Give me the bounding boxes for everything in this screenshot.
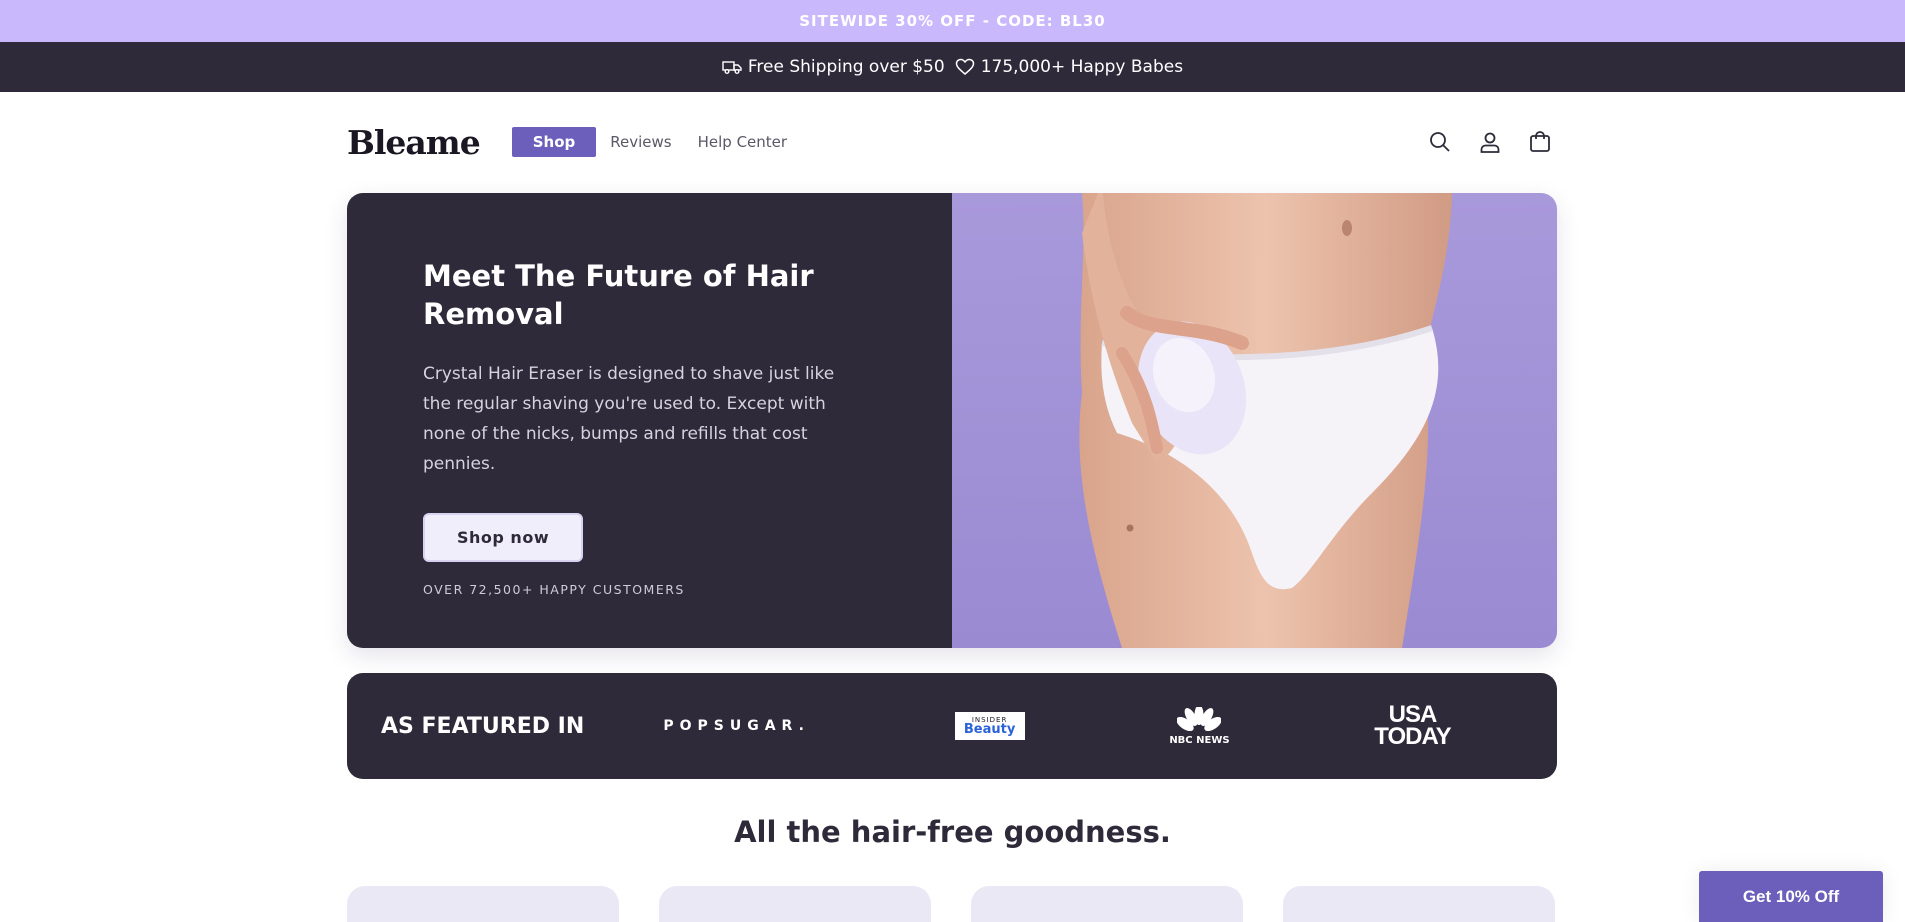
promo-text: SITEWIDE 30% OFF - CODE: BL30	[799, 12, 1106, 30]
happy-customers-note: OVER 72,500+ HAPPY CUSTOMERS	[423, 582, 685, 597]
brand-logo[interactable]: Bleame	[347, 123, 481, 162]
cart-icon[interactable]	[1526, 128, 1554, 156]
info-bar: Free Shipping over $50 175,000+ Happy Ba…	[0, 42, 1905, 92]
account-icon[interactable]	[1476, 128, 1504, 156]
press-logos: POPSUGAR. INSIDER Beauty NBC NEWS USA TO…	[591, 703, 1523, 750]
usa-today-line2: TODAY	[1374, 723, 1451, 750]
nav-reviews[interactable]: Reviews	[610, 133, 671, 151]
hero-image	[952, 193, 1557, 648]
hero-title: Meet The Future of Hair Removal	[423, 259, 814, 331]
product-card[interactable]	[1283, 886, 1555, 922]
hero-description: Crystal Hair Eraser is designed to shave…	[423, 364, 835, 474]
peacock-icon	[1177, 706, 1222, 731]
usa-today-logo: USA TODAY	[1374, 703, 1451, 750]
shipping-text: Free Shipping over $50	[747, 57, 945, 77]
truck-icon	[722, 59, 742, 75]
insider-logo-bottom: Beauty	[963, 722, 1016, 737]
get-discount-button[interactable]: Get 10% Off	[1699, 871, 1883, 922]
customers-info: 175,000+ Happy Babes	[955, 57, 1183, 77]
product-card[interactable]	[659, 886, 931, 922]
product-card[interactable]	[347, 886, 619, 922]
nav-help-center[interactable]: Help Center	[698, 133, 787, 151]
shop-now-button[interactable]: Shop now	[423, 513, 584, 562]
shipping-info: Free Shipping over $50	[722, 57, 945, 77]
hero-content: Meet The Future of Hair Removal Crystal …	[347, 193, 952, 648]
promo-bar: SITEWIDE 30% OFF - CODE: BL30	[0, 0, 1905, 42]
section-title: All the hair-free goodness.	[734, 815, 1171, 849]
product-card[interactable]	[971, 886, 1243, 922]
hero-banner: Meet The Future of Hair Removal Crystal …	[347, 193, 1557, 648]
featured-label: AS FEATURED IN	[381, 713, 585, 739]
header-icons	[1426, 128, 1554, 156]
customers-text: 175,000+ Happy Babes	[980, 57, 1184, 77]
nav-shop[interactable]: Shop	[511, 127, 597, 157]
popsugar-logo: POPSUGAR.	[663, 718, 810, 734]
insider-beauty-logo: INSIDER Beauty	[954, 712, 1025, 740]
hero-product-illustration	[1079, 193, 1452, 648]
product-cards	[347, 886, 1557, 922]
nbc-news-text: NBC NEWS	[1169, 734, 1230, 746]
heart-icon	[955, 58, 975, 76]
main-nav: Shop Reviews Help Center	[511, 127, 787, 157]
search-icon[interactable]	[1426, 128, 1454, 156]
nbc-news-logo: NBC NEWS	[1169, 706, 1230, 746]
site-header: Bleame Shop Reviews Help Center	[347, 92, 1557, 192]
featured-in-strip: AS FEATURED IN POPSUGAR. INSIDER Beauty …	[347, 673, 1557, 779]
